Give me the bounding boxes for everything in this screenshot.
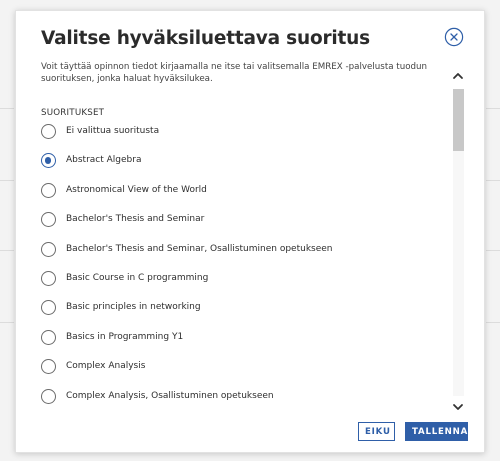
course-option-label[interactable]: Ei valittua suoritusta — [66, 126, 159, 136]
radio-button[interactable] — [41, 359, 56, 375]
radio-button[interactable] — [41, 241, 56, 257]
course-option-label[interactable]: Bachelor's Thesis and Seminar, Osallistu… — [66, 244, 333, 254]
course-option[interactable]: Ei valittua suoritusta — [41, 121, 441, 143]
radio-button[interactable] — [41, 212, 56, 228]
course-option[interactable]: Abstract Algebra — [41, 150, 441, 172]
radio-button[interactable] — [41, 182, 56, 198]
dialog-title: Valitse hyväksiluettava suoritus — [41, 28, 370, 49]
radio-button[interactable] — [41, 124, 56, 139]
course-option[interactable]: Astronomical View of the World — [41, 180, 441, 202]
background-divider — [0, 250, 14, 251]
select-course-dialog: Valitse hyväksiluettava suoritus Voit tä… — [15, 10, 485, 453]
scrollbar[interactable] — [449, 66, 467, 421]
background-divider — [0, 180, 14, 181]
background-divider — [486, 108, 500, 109]
course-option[interactable]: Basics in Programming Y1 — [41, 327, 441, 349]
course-option-label[interactable]: Complex Analysis, Osallistuminen opetuks… — [66, 391, 274, 401]
scrollbar-thumb[interactable] — [453, 89, 464, 151]
course-option[interactable]: Basic principles in networking — [41, 297, 441, 319]
radio-button[interactable] — [41, 153, 56, 169]
radio-button[interactable] — [41, 388, 56, 404]
dialog-intro-text: Voit täyttää opinnon tiedot kirjaamalla … — [41, 62, 428, 84]
course-option-label[interactable]: Abstract Algebra — [66, 155, 141, 165]
cancel-button[interactable]: EIKU — [358, 422, 395, 441]
course-option[interactable]: Bachelor's Thesis and Seminar, Osallistu… — [41, 239, 441, 261]
course-option-label[interactable]: Basic principles in networking — [66, 302, 201, 312]
section-label: SUORITUKSET — [41, 108, 105, 118]
course-option-label[interactable]: Bachelor's Thesis and Seminar — [66, 214, 204, 224]
course-option[interactable]: Bachelor's Thesis and Seminar — [41, 209, 441, 231]
save-button[interactable]: TALLENNA — [405, 422, 468, 441]
course-option-label[interactable]: Basic Course in C programming — [66, 273, 208, 283]
course-option[interactable]: Complex Analysis — [41, 356, 441, 378]
chevron-down-icon[interactable] — [452, 401, 464, 413]
course-option[interactable]: Complex Analysis, Osallistuminen opetuks… — [41, 386, 441, 408]
course-option-label[interactable]: Astronomical View of the World — [66, 185, 207, 195]
background-divider — [486, 250, 500, 251]
chevron-up-icon[interactable] — [452, 70, 464, 82]
background-divider — [486, 180, 500, 181]
radio-button[interactable] — [41, 271, 56, 286]
radio-button[interactable] — [41, 300, 56, 316]
course-option-label[interactable]: Complex Analysis — [66, 361, 145, 371]
background-divider — [0, 108, 14, 109]
radio-button[interactable] — [41, 329, 56, 345]
course-option[interactable]: Basic Course in C programming — [41, 268, 441, 290]
background-divider — [0, 322, 14, 323]
course-option-label[interactable]: Basics in Programming Y1 — [66, 332, 183, 342]
scrollbar-track[interactable] — [453, 89, 464, 396]
background-divider — [486, 322, 500, 323]
close-icon[interactable] — [444, 27, 464, 47]
